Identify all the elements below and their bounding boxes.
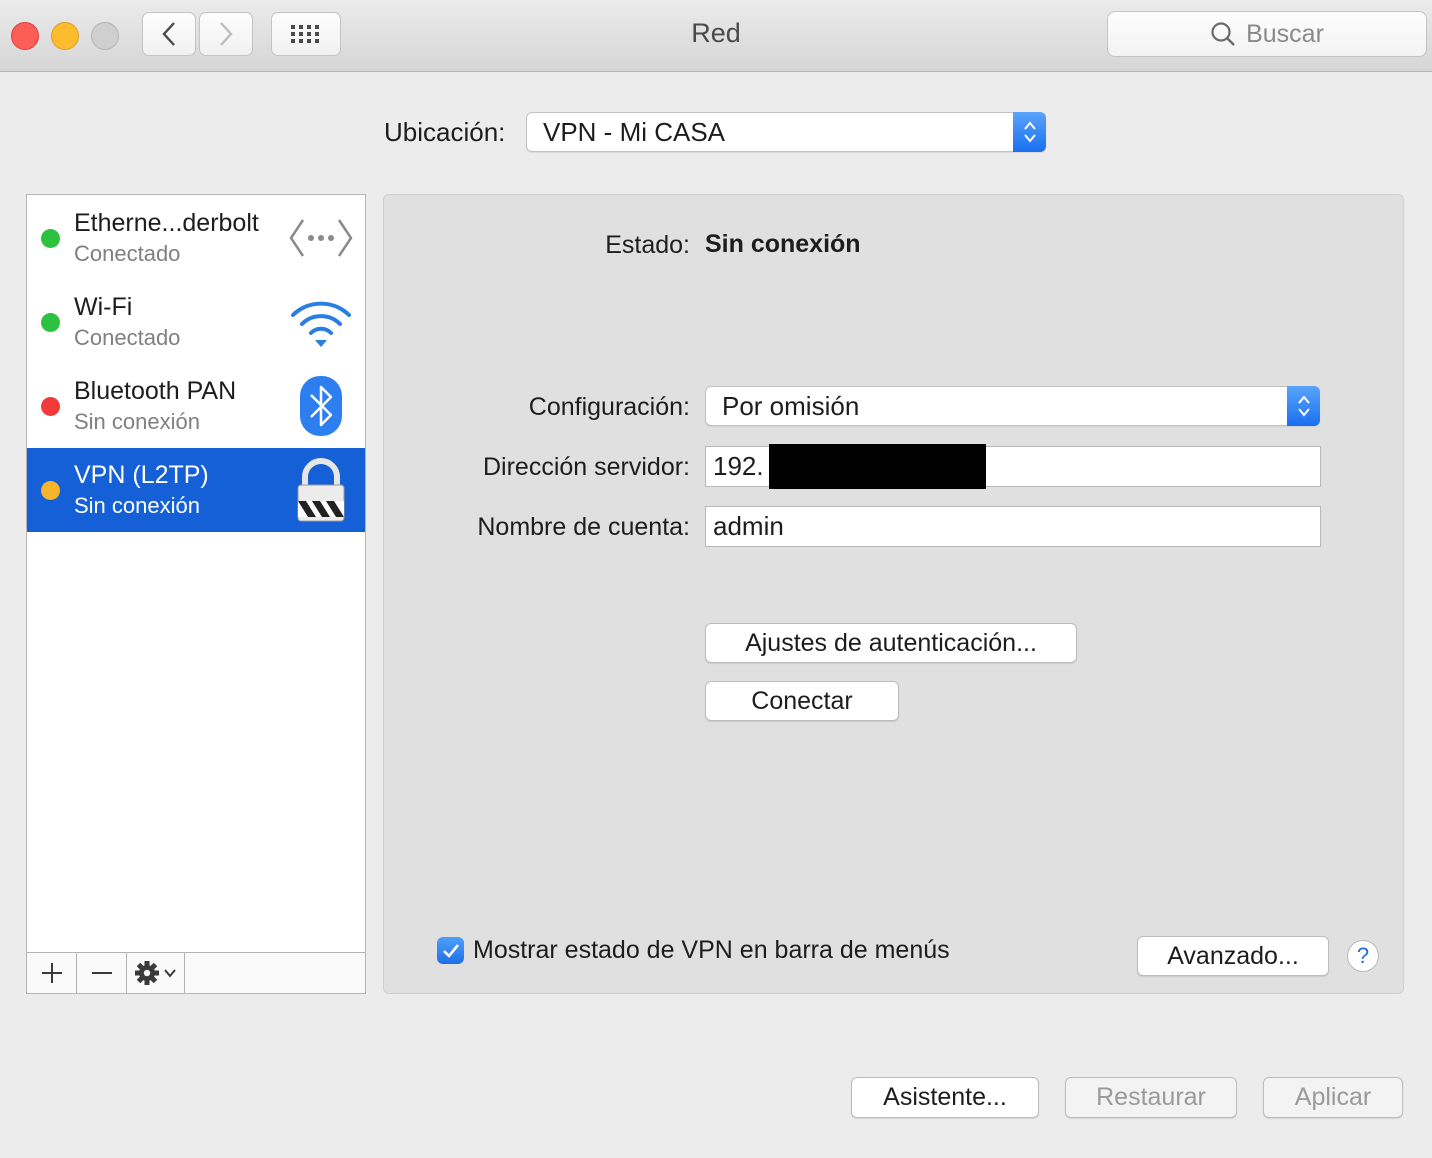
redaction-block	[769, 444, 986, 489]
service-status: Conectado	[74, 325, 181, 350]
service-status: Conectado	[74, 241, 181, 266]
help-icon: ?	[1356, 943, 1370, 968]
gear-icon	[134, 961, 176, 985]
configuration-label: Configuración:	[528, 393, 690, 421]
add-service-button[interactable]	[27, 953, 77, 993]
title-bar: Red Buscar	[0, 0, 1432, 72]
configuration-popup[interactable]: Por omisión	[705, 386, 1320, 426]
advanced-button[interactable]: Avanzado...	[1137, 936, 1329, 976]
server-address-value: 192.	[713, 451, 764, 481]
ethernet-icon	[289, 206, 353, 270]
plus-icon	[41, 963, 62, 983]
checkmark-icon	[442, 943, 459, 958]
show-vpn-status-checkbox[interactable]	[437, 937, 464, 964]
service-item-wifi[interactable]: Wi-Fi Conectado	[27, 280, 365, 364]
account-name-value: admin	[713, 511, 784, 541]
service-name: VPN (L2TP)	[74, 461, 209, 489]
remove-service-button[interactable]	[77, 953, 127, 993]
vpn-detail-panel	[383, 194, 1404, 994]
status-dot	[41, 313, 60, 332]
service-name: Bluetooth PAN	[74, 377, 237, 405]
wifi-icon	[289, 290, 353, 354]
popup-stepper-icon	[1287, 386, 1320, 426]
service-item-vpn[interactable]: VPN (L2TP) Sin conexión	[27, 448, 365, 532]
service-item-ethernet[interactable]: Etherne...derbolt Conectado	[27, 196, 365, 280]
service-name: Etherne...derbolt	[74, 209, 259, 237]
assistant-button[interactable]: Asistente...	[851, 1077, 1039, 1118]
status-label: Estado:	[605, 231, 690, 259]
location-label: Ubicación:	[384, 117, 506, 147]
status-value: Sin conexión	[705, 230, 861, 258]
popup-stepper-icon	[1013, 112, 1046, 152]
service-name: Wi-Fi	[74, 293, 133, 321]
authentication-settings-button[interactable]: Ajustes de autenticación...	[705, 623, 1077, 663]
service-status: Sin conexión	[74, 409, 200, 434]
location-value: VPN - Mi CASA	[543, 117, 726, 147]
search-field[interactable]: Buscar	[1107, 11, 1427, 57]
location-popup[interactable]: VPN - Mi CASA	[526, 112, 1046, 152]
server-address-label: Dirección servidor:	[482, 453, 690, 481]
show-vpn-status-label: Mostrar estado de VPN en barra de menús	[473, 936, 950, 964]
search-icon	[1211, 22, 1235, 46]
service-item-bluetooth[interactable]: Bluetooth PAN Sin conexión	[27, 364, 365, 448]
minus-icon	[91, 972, 112, 974]
vpn-lock-icon	[289, 458, 353, 522]
account-name-field[interactable]: admin	[705, 506, 1321, 547]
status-dot	[41, 397, 60, 416]
connect-button[interactable]: Conectar	[705, 681, 899, 721]
status-dot	[41, 229, 60, 248]
search-placeholder: Buscar	[1246, 19, 1324, 48]
service-list-toolbar	[27, 952, 365, 993]
service-list: Etherne...derbolt Conectado Wi-Fi Conect…	[26, 194, 366, 994]
apply-button[interactable]: Aplicar	[1263, 1077, 1403, 1118]
service-actions-menu[interactable]	[127, 953, 185, 993]
configuration-value: Por omisión	[722, 391, 860, 421]
service-status: Sin conexión	[74, 493, 200, 518]
revert-button[interactable]: Restaurar	[1065, 1077, 1237, 1118]
account-name-label: Nombre de cuenta:	[477, 513, 690, 541]
help-button[interactable]: ?	[1347, 940, 1379, 972]
bluetooth-icon	[289, 374, 353, 438]
status-dot	[41, 481, 60, 500]
